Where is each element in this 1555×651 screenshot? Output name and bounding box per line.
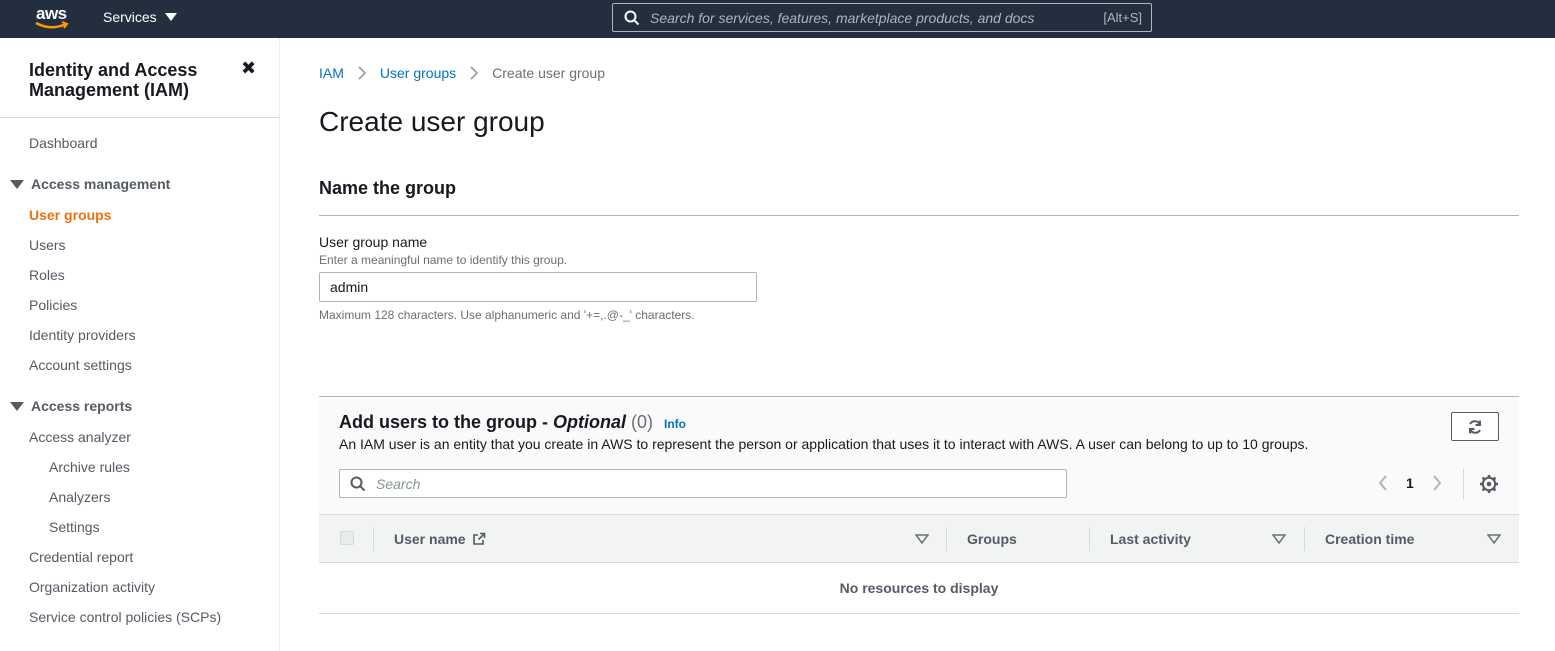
column-creation-time-label: Creation time — [1325, 531, 1415, 547]
column-divider — [1304, 527, 1305, 551]
sidebar-item-archive-rules[interactable]: Archive rules — [49, 459, 130, 475]
select-all-checkbox[interactable] — [340, 531, 354, 545]
breadcrumb-iam-link[interactable]: IAM — [319, 65, 344, 81]
group-name-input[interactable] — [319, 272, 757, 302]
sidebar-item-organization-activity[interactable]: Organization activity — [29, 579, 155, 595]
sidebar-section-access-management[interactable]: Access management — [10, 176, 170, 192]
column-groups: Groups — [967, 531, 1017, 547]
pager-divider — [1463, 469, 1464, 499]
info-link[interactable]: Info — [664, 417, 686, 431]
section-divider — [319, 215, 1519, 216]
external-link-icon — [472, 532, 485, 545]
sidebar-item-dashboard[interactable]: Dashboard — [29, 135, 98, 151]
services-menu[interactable]: Services — [103, 9, 177, 25]
sidebar-item-identity-providers[interactable]: Identity providers — [29, 327, 136, 343]
sidebar-item-settings[interactable]: Settings — [49, 519, 100, 535]
search-icon — [624, 10, 640, 25]
column-divider — [1089, 527, 1090, 551]
page-number[interactable]: 1 — [1406, 475, 1414, 491]
refresh-button[interactable] — [1451, 412, 1499, 441]
column-user-name-label: User name — [394, 531, 466, 547]
sidebar-title: Identity and Access Management (IAM) — [29, 60, 198, 100]
add-users-title: Add users to the group - Optional (0) In… — [339, 412, 686, 433]
chevron-right-icon[interactable] — [1430, 473, 1444, 493]
chevron-right-icon — [358, 66, 366, 80]
column-last-activity[interactable]: Last activity — [1110, 531, 1191, 547]
sort-caret-down-icon[interactable] — [1272, 534, 1286, 544]
sidebar-section-label: Access management — [31, 176, 171, 192]
add-users-title-text: Add users to the group - — [339, 412, 548, 432]
sidebar-section-access-reports[interactable]: Access reports — [10, 398, 132, 414]
chevron-right-icon — [470, 66, 479, 80]
group-name-description: Enter a meaningful name to identify this… — [319, 253, 568, 267]
optional-label: Optional — [553, 412, 626, 432]
user-search-input[interactable] — [366, 470, 1066, 497]
sort-caret-down-icon[interactable] — [915, 534, 929, 544]
global-search[interactable]: [Alt+S] — [612, 3, 1152, 32]
aws-smile-icon — [35, 21, 69, 29]
sort-caret-down-icon[interactable] — [1487, 534, 1501, 544]
sidebar-item-access-analyzer[interactable]: Access analyzer — [29, 429, 131, 445]
add-users-description: An IAM user is an entity that you create… — [339, 436, 1309, 452]
pagination: 1 — [1376, 473, 1444, 493]
caret-down-icon — [164, 13, 177, 21]
page-title: Create user group — [319, 106, 545, 137]
chevron-left-icon[interactable] — [1376, 473, 1390, 493]
column-last-activity-label: Last activity — [1110, 531, 1191, 547]
sidebar-item-user-groups[interactable]: User groups — [29, 207, 111, 223]
sidebar: Identity and Access Management (IAM) ✖ D… — [0, 38, 280, 651]
sidebar-item-policies[interactable]: Policies — [29, 297, 77, 313]
sidebar-item-account-settings[interactable]: Account settings — [29, 357, 132, 373]
empty-table-message: No resources to display — [839, 580, 999, 596]
sidebar-item-users[interactable]: Users — [29, 237, 66, 253]
close-icon[interactable]: ✖ — [241, 58, 256, 79]
sidebar-item-scps[interactable]: Service control policies (SCPs) — [29, 609, 221, 625]
gear-icon[interactable] — [1479, 474, 1499, 494]
column-divider — [373, 527, 374, 551]
column-divider — [946, 527, 947, 551]
sidebar-section-label: Access reports — [31, 398, 133, 414]
users-count: (0) — [631, 412, 653, 432]
breadcrumb-user-groups-link[interactable]: User groups — [380, 65, 456, 81]
search-icon — [350, 476, 366, 491]
search-shortcut-hint: [Alt+S] — [1103, 10, 1142, 25]
sidebar-divider — [0, 117, 279, 118]
breadcrumb-current: Create user group — [492, 65, 605, 81]
global-search-input[interactable] — [640, 4, 1104, 31]
sidebar-item-credential-report[interactable]: Credential report — [29, 549, 133, 565]
group-name-constraint: Maximum 128 characters. Use alphanumeric… — [319, 308, 695, 322]
add-users-panel: Add users to the group - Optional (0) In… — [319, 396, 1519, 614]
name-section-heading: Name the group — [319, 178, 457, 198]
column-user-name[interactable]: User name — [394, 531, 486, 547]
sidebar-item-roles[interactable]: Roles — [29, 267, 65, 283]
column-creation-time[interactable]: Creation time — [1325, 531, 1414, 547]
services-label: Services — [103, 9, 157, 25]
breadcrumb: IAM User groups Create user group — [319, 65, 605, 81]
refresh-icon — [1469, 419, 1481, 434]
users-table-header: User name Groups Last activity Creation … — [319, 514, 1519, 563]
group-name-label: User group name — [319, 234, 428, 250]
aws-logo[interactable]: aws — [34, 4, 74, 34]
column-groups-label: Groups — [967, 531, 1017, 547]
caret-down-icon — [10, 401, 24, 411]
top-nav-bar: aws Services [Alt+S] — [0, 0, 1555, 38]
sidebar-item-analyzers[interactable]: Analyzers — [49, 489, 110, 505]
caret-down-icon — [10, 179, 24, 189]
user-search[interactable] — [339, 469, 1067, 498]
